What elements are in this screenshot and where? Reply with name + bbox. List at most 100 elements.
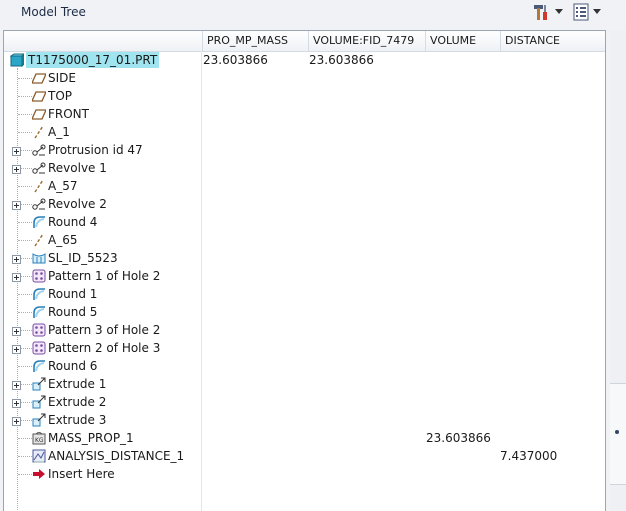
tree-row[interactable]: Round 4 xyxy=(4,213,605,231)
tree-item-label[interactable]: SIDE xyxy=(48,70,76,86)
tree-row[interactable]: Pattern 2 of Hole 3 xyxy=(4,339,605,357)
tree-row[interactable]: Pattern 1 of Hole 2 xyxy=(4,267,605,285)
tree-row[interactable]: A_1 xyxy=(4,123,605,141)
extrude-icon xyxy=(32,377,46,391)
svg-text:KG: KG xyxy=(35,437,44,444)
tree-row[interactable]: SIDE xyxy=(4,69,605,87)
tree-row[interactable]: T1175000_17_01.PRT 23.603866 23.603866 xyxy=(4,51,605,69)
expand-icon[interactable] xyxy=(12,271,21,282)
tree-item-label[interactable]: Pattern 3 of Hole 2 xyxy=(48,322,160,338)
datum-axis-icon xyxy=(32,179,46,193)
tree-item-label[interactable]: Extrude 1 xyxy=(48,376,106,392)
tree-item-label[interactable]: A_1 xyxy=(48,124,70,140)
tree-row[interactable]: Revolve 2 xyxy=(4,195,605,213)
tree-item-label[interactable]: Revolve 1 xyxy=(48,160,107,176)
part-icon xyxy=(9,52,26,68)
tree-connector xyxy=(18,474,32,475)
tree-row[interactable]: TOP xyxy=(4,87,605,105)
expand-icon[interactable] xyxy=(12,415,21,426)
tree-connector xyxy=(18,294,32,295)
tree-connector xyxy=(18,456,32,457)
column-header-tree[interactable] xyxy=(4,31,202,51)
tree-row[interactable]: SL_ID_5523 xyxy=(4,249,605,267)
tree-connector xyxy=(18,312,32,313)
column-header-pro-mp-mass[interactable]: PRO_MP_MASS xyxy=(202,31,308,51)
tree-item-label[interactable]: Insert Here xyxy=(48,466,115,482)
round-icon xyxy=(32,359,46,373)
tree-item-label[interactable]: Protrusion id 47 xyxy=(48,142,143,158)
tree-item-label[interactable]: A_65 xyxy=(48,232,77,248)
analysis-distance-icon xyxy=(32,449,46,463)
extrude-icon xyxy=(32,413,46,427)
tree-item-label[interactable]: Round 6 xyxy=(48,358,97,374)
expand-icon[interactable] xyxy=(12,199,21,210)
tree-row[interactable]: A_57 xyxy=(4,177,605,195)
tree-settings-button[interactable] xyxy=(572,2,601,22)
tree-item-label[interactable]: FRONT xyxy=(48,106,89,122)
expand-icon[interactable] xyxy=(12,325,21,336)
extrude-icon xyxy=(32,395,46,409)
tree-item-label[interactable]: T1175000_17_01.PRT xyxy=(26,52,160,68)
chevron-down-icon[interactable] xyxy=(593,9,601,15)
cell-volume: 23.603866 xyxy=(426,431,491,445)
expand-icon[interactable] xyxy=(12,379,21,390)
expand-icon[interactable] xyxy=(12,163,21,174)
insert-here-arrow-icon xyxy=(32,467,46,481)
tree-row[interactable]: Extrude 3 xyxy=(4,411,605,429)
cell-distance: 7.437000 xyxy=(500,449,558,463)
tree-item-label[interactable]: Round 5 xyxy=(48,304,97,320)
column-header-volume[interactable]: VOLUME xyxy=(425,31,500,51)
tree-row[interactable]: Round 6 xyxy=(4,357,605,375)
expand-icon[interactable] xyxy=(12,253,21,264)
vertical-scrollbar[interactable] xyxy=(610,30,626,510)
tree-item-label[interactable]: Pattern 1 of Hole 2 xyxy=(48,268,160,284)
tree-connector xyxy=(18,186,32,187)
datum-axis-icon xyxy=(32,233,46,247)
tools-button[interactable] xyxy=(532,2,563,22)
hammer-screwdriver-icon xyxy=(532,3,552,21)
expand-icon[interactable] xyxy=(12,145,21,156)
pattern-icon xyxy=(32,269,46,283)
chevron-down-icon[interactable] xyxy=(555,9,563,15)
column-header-volume-fid[interactable]: VOLUME:FID_7479 xyxy=(308,31,425,51)
tree-item-label[interactable]: Round 1 xyxy=(48,286,97,302)
datum-axis-icon xyxy=(32,125,46,139)
tree-item-label[interactable]: SL_ID_5523 xyxy=(48,250,118,266)
datum-plane-icon xyxy=(30,107,48,121)
pattern-icon xyxy=(32,341,46,355)
tree-row[interactable]: Insert Here xyxy=(4,465,605,483)
expand-icon[interactable] xyxy=(12,343,21,354)
datum-plane-icon xyxy=(30,89,48,103)
revolve-icon xyxy=(32,197,46,211)
expand-icon[interactable] xyxy=(12,397,21,408)
grip-icon xyxy=(615,430,619,434)
column-header-distance[interactable]: DISTANCE xyxy=(500,31,605,51)
tree-item-label[interactable]: Revolve 2 xyxy=(48,196,107,212)
tree-item-label[interactable]: A_57 xyxy=(48,178,77,194)
tree-row[interactable]: A_65 xyxy=(4,231,605,249)
tree-row[interactable]: Round 1 xyxy=(4,285,605,303)
tree-item-label[interactable]: MASS_PROP_1 xyxy=(48,430,134,446)
protrusion-icon xyxy=(32,143,46,157)
tree-row[interactable]: Protrusion id 47 xyxy=(4,141,605,159)
tree-connector xyxy=(18,114,32,115)
tree-row[interactable]: Revolve 1 xyxy=(4,159,605,177)
model-tree[interactable]: PRO_MP_MASS VOLUME:FID_7479 VOLUME DISTA… xyxy=(3,30,606,511)
tree-item-label[interactable]: ANALYSIS_DISTANCE_1 xyxy=(48,448,184,464)
tree-row[interactable]: KG MASS_PROP_1 23.603866 xyxy=(4,429,605,447)
tree-row[interactable]: Extrude 1 xyxy=(4,375,605,393)
tree-item-label[interactable]: Extrude 3 xyxy=(48,412,106,428)
tree-item-label[interactable]: Extrude 2 xyxy=(48,394,106,410)
tree-row[interactable]: FRONT xyxy=(4,105,605,123)
tree-row[interactable]: Pattern 3 of Hole 2 xyxy=(4,321,605,339)
tree-row[interactable]: Round 5 xyxy=(4,303,605,321)
tree-row[interactable]: Extrude 2 xyxy=(4,393,605,411)
tree-item-label[interactable]: Pattern 2 of Hole 3 xyxy=(48,340,160,356)
scrollbar-splitter[interactable] xyxy=(610,383,626,485)
tree-row[interactable]: ANALYSIS_DISTANCE_1 7.437000 xyxy=(4,447,605,465)
tree-item-label[interactable]: TOP xyxy=(48,88,72,104)
round-icon xyxy=(32,305,46,319)
tree-connector xyxy=(18,78,32,79)
tree-item-label[interactable]: Round 4 xyxy=(48,214,97,230)
round-icon xyxy=(32,215,46,229)
